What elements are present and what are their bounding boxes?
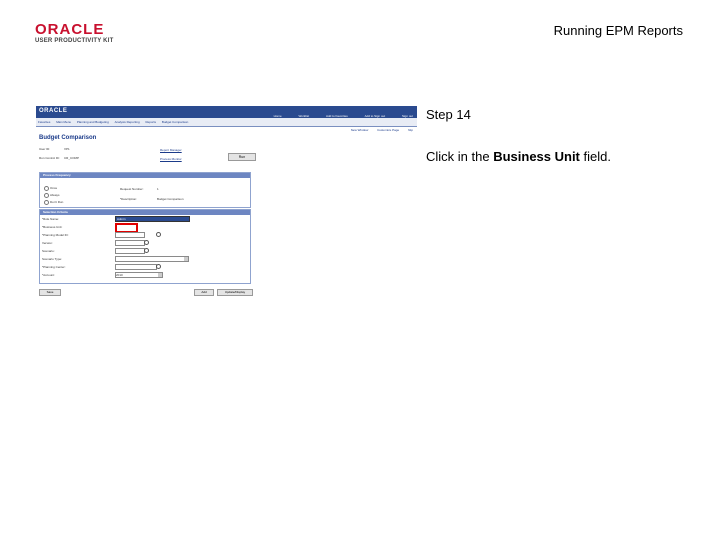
- process-monitor-link[interactable]: Process Monitor: [160, 157, 182, 161]
- step-instruction: Click in the Business Unit field.: [426, 149, 611, 164]
- version-input[interactable]: [115, 240, 145, 246]
- instruction-prefix: Click in the: [426, 149, 494, 164]
- menu-analysis[interactable]: Analysis Reporting: [115, 120, 140, 124]
- page-tools: New Window Customize Page http: [343, 128, 413, 132]
- selection-criteria-header: Selection Criteria: [40, 210, 250, 215]
- role-name-dropdown[interactable]: Admin: [115, 216, 190, 222]
- app-page-title: Budget Comparison: [39, 135, 97, 141]
- run-control-value: CR_COMP: [64, 156, 80, 160]
- planning-center-input[interactable]: [115, 264, 157, 270]
- run-control-label: Run Control ID:: [39, 156, 60, 160]
- planning-model-label: *Planning Model ID:: [42, 233, 69, 237]
- description-value: Budget Comparison: [157, 197, 184, 201]
- scenario-lookup-icon[interactable]: [144, 248, 149, 253]
- version-lookup-icon[interactable]: [144, 240, 149, 245]
- scenario-input[interactable]: [115, 248, 145, 254]
- account-label: *Account:: [42, 273, 55, 277]
- user-id-value: VP1: [64, 147, 70, 151]
- planning-center-lookup-icon[interactable]: [156, 264, 161, 269]
- description-label: *Description:: [120, 197, 138, 201]
- app-menu-bar: Favorites Main Menu Planning and Budgeti…: [36, 118, 417, 127]
- menu-planning[interactable]: Planning and Budgeting: [77, 120, 109, 124]
- menu-favorites[interactable]: Favorites: [38, 120, 50, 124]
- logo-subtitle: USER PRODUCTIVITY KIT: [35, 38, 114, 44]
- planning-model-lookup-icon[interactable]: [156, 232, 161, 237]
- user-id-label: User ID:: [39, 147, 51, 151]
- scenario-type-label: Scenario Type:: [42, 257, 62, 261]
- menu-main[interactable]: Main Menu: [56, 120, 71, 124]
- menu-budget-comparison[interactable]: Budget Comparison: [162, 120, 189, 124]
- request-number-label: Request Number:: [120, 187, 144, 191]
- process-frequency-header: Process Frequency: [40, 173, 250, 178]
- instruction-target: Business Unit: [493, 149, 580, 164]
- radio-dont-run-label: Don't Run: [50, 200, 64, 204]
- tool-new-window[interactable]: New Window: [351, 128, 369, 132]
- planning-center-label: *Planning Center:: [42, 265, 66, 269]
- run-button[interactable]: Run: [228, 153, 256, 161]
- radio-always[interactable]: [44, 193, 49, 198]
- role-name-label: *Role Name:: [42, 217, 60, 221]
- app-header-bar: ORACLE Home Worklist Add to Favorites Ad…: [36, 106, 417, 118]
- request-number-value: 1: [157, 187, 159, 191]
- oracle-upk-logo: ORACLE USER PRODUCTIVITY KIT: [35, 22, 135, 50]
- menu-reports[interactable]: Reports: [145, 120, 156, 124]
- radio-always-label: Always: [50, 193, 60, 197]
- report-manager-link[interactable]: Report Manager: [160, 148, 182, 152]
- application-screenshot: ORACLE Home Worklist Add to Favorites Ad…: [36, 106, 417, 301]
- logo-wordmark: ORACLE: [35, 21, 105, 38]
- app-brand: ORACLE: [39, 108, 68, 114]
- update-display-button[interactable]: Update/Display: [217, 289, 253, 296]
- scenario-type-dropdown[interactable]: [115, 256, 189, 262]
- account-dropdown[interactable]: 2010: [115, 272, 163, 278]
- document-title: Running EPM Reports: [553, 23, 683, 38]
- radio-dont-run[interactable]: [44, 200, 49, 205]
- tool-customize[interactable]: Customize Page: [377, 128, 399, 132]
- radio-once[interactable]: [44, 186, 49, 191]
- save-button[interactable]: Save: [39, 289, 61, 296]
- process-frequency-box: Process Frequency: [39, 172, 251, 208]
- radio-once-label: Once: [50, 186, 58, 190]
- planning-model-input[interactable]: [115, 232, 145, 238]
- scenario-label: Scenario:: [42, 249, 55, 253]
- add-button[interactable]: Add: [194, 289, 214, 296]
- business-unit-label: *Business Unit:: [42, 225, 63, 229]
- instruction-suffix: field.: [579, 149, 611, 164]
- version-label: Version:: [42, 241, 53, 245]
- step-label: Step 14: [426, 107, 471, 122]
- tool-http[interactable]: http: [408, 128, 413, 132]
